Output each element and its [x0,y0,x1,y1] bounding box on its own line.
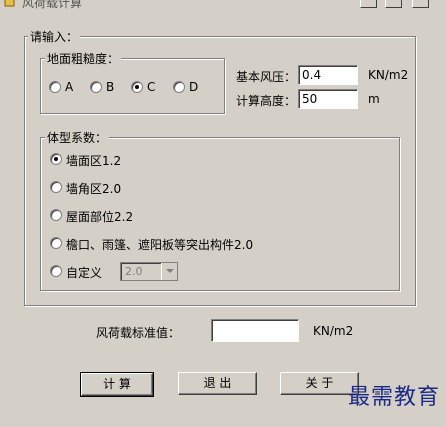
roughness-option-a[interactable]: A [49,80,79,94]
shape-option-custom[interactable]: 自定义 [50,264,120,280]
minimize-button[interactable] [360,0,377,8]
roughness-legend: 地面粗糙度： [45,50,122,67]
input-group-legend: 请输入： [28,28,81,45]
window-title: 风荷载计算 [22,0,83,10]
radio-custom[interactable] [50,265,62,277]
radio-c[interactable] [131,81,143,93]
roughness-option-b[interactable]: B [90,80,120,94]
radio-corner-label: 墙角区2.0 [66,182,122,196]
radio-wall[interactable] [50,153,62,165]
radio-d[interactable] [173,81,185,93]
shape-option-roof[interactable]: 屋面部位2.2 [50,208,170,224]
basic-wind-value: 0.4 [302,68,322,82]
radio-roof-label: 屋面部位2.2 [66,210,134,224]
radio-eave[interactable] [50,237,62,249]
height-label: 计算高度： [236,94,297,108]
roughness-option-d[interactable]: D [173,80,203,94]
radio-eave-label: 檐口、雨篷、遮阳板等突出构件2.0 [66,238,254,252]
shape-option-eave[interactable]: 檐口、雨篷、遮阳板等突出构件2.0 [50,236,270,252]
height-value: 50 [302,92,318,106]
roughness-option-c[interactable]: C [131,80,161,94]
radio-a[interactable] [49,81,61,93]
radio-wall-label: 墙面区1.2 [66,154,122,168]
watermark-logo: 最需教育 [347,385,440,410]
chevron-down-icon [166,269,174,273]
combo-dropdown-button[interactable] [161,263,177,280]
basic-wind-unit: KN/m2 [368,68,409,82]
result-label: 风荷载标准值： [96,326,181,340]
title-bar: 风荷载计算 [0,0,446,10]
basic-wind-label: 基本风压： [236,70,297,84]
exit-button[interactable]: 退 出 [178,372,257,395]
shape-option-corner[interactable]: 墙角区2.0 [50,180,170,196]
close-button[interactable] [412,0,429,8]
radio-b-label: B [106,80,115,94]
height-unit: m [368,92,380,106]
result-unit: KN/m2 [313,324,354,338]
radio-a-label: A [65,80,74,94]
result-input[interactable] [211,319,299,342]
app-icon [4,0,15,7]
radio-b[interactable] [90,81,102,93]
basic-wind-input[interactable]: 0.4 [298,65,358,85]
radio-d-label: D [189,80,199,94]
radio-corner[interactable] [50,181,62,193]
maximize-button[interactable] [385,0,402,8]
radio-roof[interactable] [50,209,62,221]
custom-value: 2.0 [125,265,143,278]
shape-legend: 体型系数： [45,129,110,146]
custom-value-select[interactable]: 2.0 [120,262,178,281]
height-input[interactable]: 50 [298,89,358,109]
shape-option-wall[interactable]: 墙面区1.2 [50,152,170,168]
radio-c-label: C [147,80,156,94]
radio-custom-label: 自定义 [66,266,103,280]
calculate-button[interactable]: 计 算 [80,372,154,397]
